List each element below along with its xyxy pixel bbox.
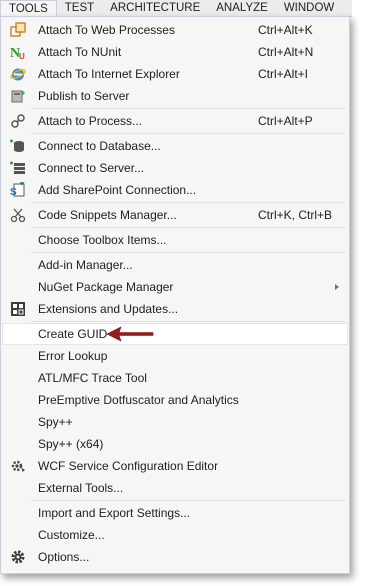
menu-item-label: Error Lookup bbox=[38, 349, 108, 363]
wcf-config-icon bbox=[11, 460, 25, 472]
menu-item-nuget-package-manager[interactable]: NuGet Package Manager bbox=[2, 276, 348, 298]
menu-item-label: PreEmptive Dotfuscator and Analytics bbox=[38, 393, 239, 407]
menu-item-spy-plus-plus-x64[interactable]: Spy++ (x64) bbox=[2, 433, 348, 455]
menu-item-label: Attach to Process... bbox=[38, 114, 143, 128]
menu-item-attach-web-processes[interactable]: Attach To Web Processes Ctrl+Alt+K bbox=[2, 19, 348, 41]
menu-item-add-sharepoint-connection[interactable]: S Add SharePoint Connection... bbox=[2, 179, 348, 201]
menu-item-attach-nunit[interactable]: N U Attach To NUnit Ctrl+Alt+N bbox=[2, 41, 348, 63]
menu-item-atl-mfc-trace-tool[interactable]: ATL/MFC Trace Tool bbox=[2, 367, 348, 389]
menu-separator bbox=[31, 133, 346, 134]
menu-architecture[interactable]: ARCHITECTURE bbox=[102, 0, 208, 16]
extensions-icon bbox=[11, 302, 25, 316]
menu-item-options[interactable]: Options... bbox=[2, 546, 348, 568]
callout-arrow-shape bbox=[106, 326, 154, 342]
menu-item-choose-toolbox-items[interactable]: Choose Toolbox Items... bbox=[2, 229, 348, 251]
menu-item-label: WCF Service Configuration Editor bbox=[38, 459, 219, 473]
submenu-arrow-icon bbox=[335, 284, 339, 290]
menu-separator bbox=[31, 227, 346, 228]
menu-item-create-guid[interactable]: Create GUID bbox=[2, 323, 348, 345]
menu-item-label: Choose Toolbox Items... bbox=[38, 233, 167, 247]
menu-item-label: Create GUID bbox=[38, 327, 108, 341]
menu-separator bbox=[31, 202, 346, 203]
menu-item-add-in-manager[interactable]: Add-in Manager... bbox=[2, 254, 348, 276]
menu-item-label: Import and Export Settings... bbox=[38, 506, 191, 520]
svg-text:U: U bbox=[19, 52, 25, 60]
menu-test[interactable]: TEST bbox=[57, 0, 102, 16]
menu-item-label: Attach To Internet Explorer bbox=[38, 67, 180, 81]
menu-item-error-lookup[interactable]: Error Lookup bbox=[2, 345, 348, 367]
menu-separator bbox=[31, 108, 346, 109]
menu-item-label: Spy++ bbox=[38, 415, 73, 429]
publish-server-icon bbox=[11, 90, 25, 103]
attach-web-processes-icon bbox=[10, 22, 26, 37]
menu-analyze[interactable]: ANALYZE bbox=[208, 0, 276, 16]
tools-dropdown-menu: Attach To Web Processes Ctrl+Alt+K N U A… bbox=[0, 16, 350, 574]
menu-item-label: Code Snippets Manager... bbox=[38, 208, 177, 222]
menu-item-label: Customize... bbox=[38, 528, 105, 542]
menu-item-shortcut: Ctrl+Alt+I bbox=[258, 67, 309, 81]
menu-item-shortcut: Ctrl+Alt+K bbox=[258, 23, 313, 37]
menu-item-shortcut: Ctrl+K, Ctrl+B bbox=[258, 208, 333, 222]
menu-bar: TOOLS TEST ARCHITECTURE ANALYZE WINDOW bbox=[0, 0, 352, 17]
menu-item-spy-plus-plus[interactable]: Spy++ bbox=[2, 411, 348, 433]
menu-item-wcf-service-configuration-editor[interactable]: WCF Service Configuration Editor bbox=[2, 455, 348, 477]
menu-item-label: Connect to Database... bbox=[38, 139, 161, 153]
menu-item-shortcut: Ctrl+Alt+P bbox=[258, 114, 313, 128]
menu-item-publish-to-server[interactable]: Publish to Server bbox=[2, 85, 348, 107]
menu-item-external-tools[interactable]: External Tools... bbox=[2, 477, 348, 499]
internet-explorer-icon bbox=[10, 68, 26, 81]
menu-tools[interactable]: TOOLS bbox=[0, 0, 57, 17]
menu-item-label: Spy++ (x64) bbox=[38, 437, 104, 451]
callout-arrow-icon bbox=[106, 326, 154, 342]
attach-process-icon bbox=[11, 114, 25, 128]
nunit-icon: N U bbox=[10, 46, 25, 60]
menu-item-label: Attach To NUnit bbox=[38, 45, 122, 59]
svg-text:S: S bbox=[10, 187, 17, 198]
menu-item-import-export-settings[interactable]: Import and Export Settings... bbox=[2, 502, 348, 524]
menu-item-extensions-and-updates[interactable]: Extensions and Updates... bbox=[2, 298, 348, 320]
menu-item-attach-internet-explorer[interactable]: Attach To Internet Explorer Ctrl+Alt+I bbox=[2, 63, 348, 85]
menu-item-customize[interactable]: Customize... bbox=[2, 524, 348, 546]
menu-item-label: Attach To Web Processes bbox=[38, 23, 175, 37]
menu-item-label: Publish to Server bbox=[38, 89, 130, 103]
menu-item-attach-to-process[interactable]: Attach to Process... Ctrl+Alt+P bbox=[2, 110, 348, 132]
menu-item-label: Add SharePoint Connection... bbox=[38, 183, 197, 197]
menu-item-connect-server[interactable]: Connect to Server... bbox=[2, 157, 348, 179]
menu-item-shortcut: Ctrl+Alt+N bbox=[258, 45, 314, 59]
connect-database-icon bbox=[10, 139, 24, 152]
connect-server-icon bbox=[10, 161, 25, 174]
menu-item-code-snippets-manager[interactable]: Code Snippets Manager... Ctrl+K, Ctrl+B bbox=[2, 204, 348, 226]
menu-item-label: Options... bbox=[38, 550, 90, 564]
menu-separator bbox=[31, 500, 346, 501]
menu-separator bbox=[31, 252, 346, 253]
code-snippets-icon bbox=[10, 208, 26, 223]
gear-icon bbox=[11, 550, 25, 564]
menu-item-label: Connect to Server... bbox=[38, 161, 145, 175]
menu-item-label: NuGet Package Manager bbox=[38, 280, 174, 294]
menu-item-label: Extensions and Updates... bbox=[38, 302, 179, 316]
menu-item-label: Add-in Manager... bbox=[38, 258, 133, 272]
menu-item-preemptive-dotfuscator[interactable]: PreEmptive Dotfuscator and Analytics bbox=[2, 389, 348, 411]
menu-item-label: ATL/MFC Trace Tool bbox=[38, 371, 147, 385]
menu-window[interactable]: WINDOW bbox=[276, 0, 342, 16]
menu-separator bbox=[31, 321, 346, 322]
menu-item-label: External Tools... bbox=[38, 481, 124, 495]
menu-item-connect-database[interactable]: Connect to Database... bbox=[2, 135, 348, 157]
sharepoint-icon: S bbox=[10, 182, 25, 198]
